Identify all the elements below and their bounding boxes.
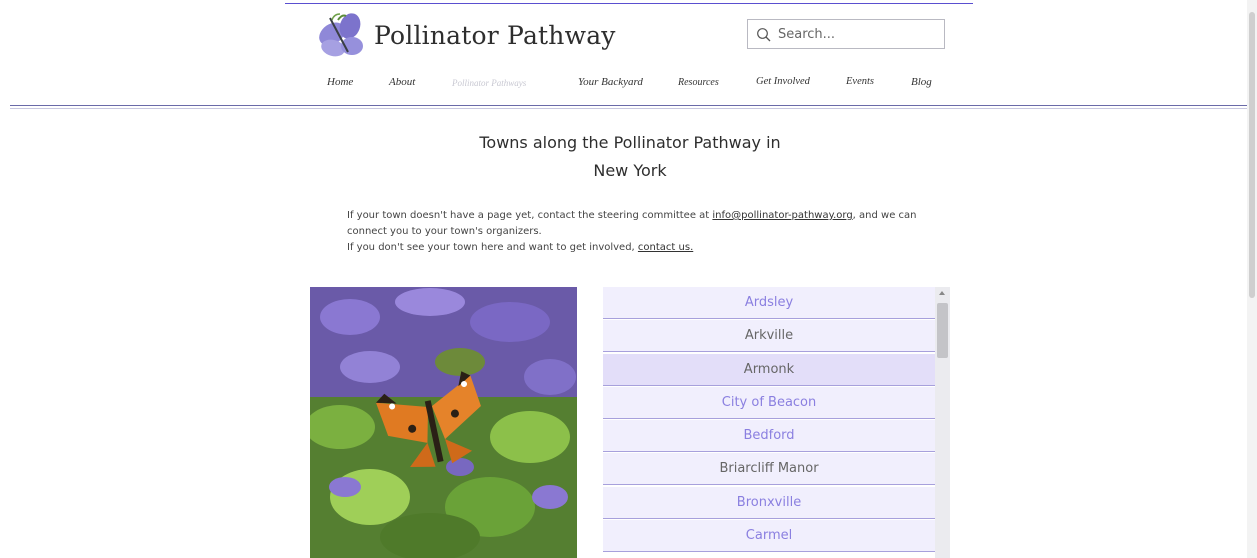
butterfly-photo <box>310 287 577 558</box>
page-scrollbar[interactable] <box>1247 0 1257 558</box>
nav-pollinator-pathways[interactable]: Pollinator Pathways <box>452 78 526 88</box>
intro-text-start: If your town doesn't have a page yet, co… <box>347 210 713 221</box>
town-item-ardsley[interactable]: Ardsley <box>603 287 935 319</box>
top-link-strip[interactable] <box>285 0 973 4</box>
town-item-city-of-beacon[interactable]: City of Beacon <box>603 386 935 419</box>
scroll-up-arrow-icon[interactable] <box>939 291 945 295</box>
town-list[interactable]: Ardsley Arkville Armonk City of Beacon B… <box>603 287 935 558</box>
nav-your-backyard[interactable]: Your Backyard <box>578 76 643 88</box>
town-item-bedford[interactable]: Bedford <box>603 420 935 453</box>
town-item-armonk[interactable]: Armonk <box>603 353 935 386</box>
town-item-bronxville[interactable]: Bronxville <box>603 486 935 519</box>
search-box[interactable] <box>747 19 945 49</box>
nav-about[interactable]: About <box>389 76 415 88</box>
town-item-briarcliff-manor[interactable]: Briarcliff Manor <box>603 453 935 486</box>
nav-get-involved[interactable]: Get Involved <box>756 76 810 87</box>
town-item-carmel[interactable]: Carmel <box>603 520 935 553</box>
involve-text: If you don't see your town here and want… <box>347 242 638 253</box>
butterfly-logo[interactable] <box>316 12 370 62</box>
nav-home[interactable]: Home <box>327 76 353 88</box>
nav-blog[interactable]: Blog <box>911 76 932 88</box>
email-link[interactable]: info@pollinator-pathway.org <box>712 210 852 221</box>
page-title: Towns along the Pollinator Pathway in Ne… <box>440 129 820 185</box>
town-item-arkville[interactable]: Arkville <box>603 320 935 353</box>
site-title[interactable]: Pollinator Pathway <box>374 21 616 50</box>
search-icon <box>756 27 772 43</box>
header-divider-secondary <box>10 108 1250 109</box>
town-list-scrollbar[interactable] <box>935 287 950 558</box>
intro-text: If your town doesn't have a page yet, co… <box>347 208 927 256</box>
header-divider <box>10 105 1250 106</box>
page-title-line2: New York <box>593 161 667 180</box>
page-title-line1: Towns along the Pollinator Pathway in <box>479 133 781 152</box>
search-input[interactable] <box>778 24 938 44</box>
page-scroll-thumb[interactable] <box>1249 12 1255 298</box>
town-list-scroll-thumb[interactable] <box>937 303 948 358</box>
nav-events[interactable]: Events <box>846 76 874 87</box>
nav-resources[interactable]: Resources <box>678 77 719 88</box>
contact-us-link[interactable]: contact us. <box>638 242 693 253</box>
